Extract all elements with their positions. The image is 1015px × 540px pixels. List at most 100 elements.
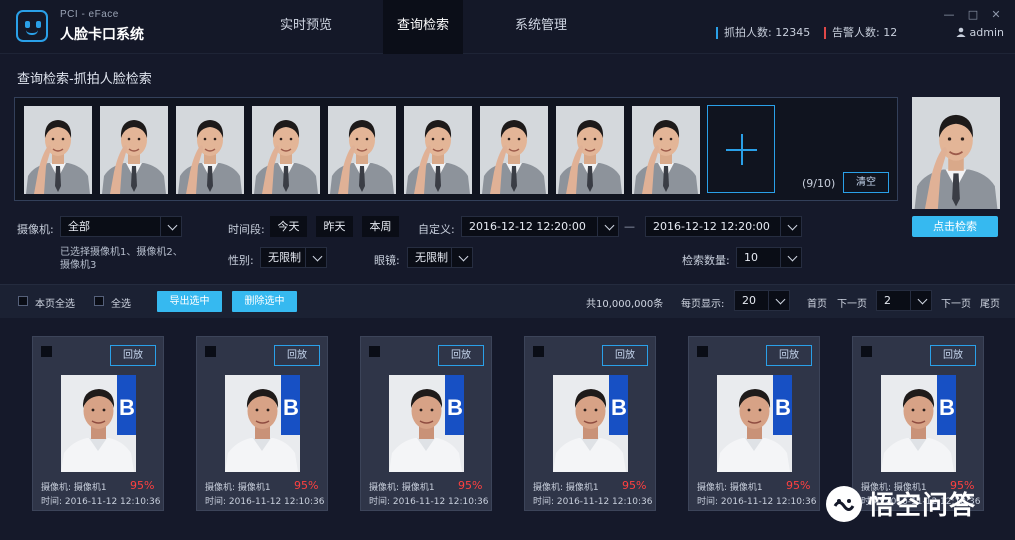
- chevron-down-icon: [458, 251, 469, 262]
- captured-face-image: B: [225, 375, 300, 472]
- result-card[interactable]: 回放 B 摄像机: 摄像机1 95% 时间: 2016-11-12 12:10:36: [688, 336, 820, 511]
- username: admin: [969, 26, 1004, 39]
- query-face-thumbnail[interactable]: [24, 106, 92, 194]
- playback-button[interactable]: 回放: [438, 345, 484, 366]
- captured-face-image: B: [881, 375, 956, 472]
- result-camera: 摄像机: 摄像机1: [205, 483, 271, 493]
- tab-system-management[interactable]: 系统管理: [497, 0, 585, 54]
- page-value: 2: [884, 294, 891, 307]
- playback-button[interactable]: 回放: [274, 345, 320, 366]
- watermark-text: 悟空问答: [868, 491, 977, 521]
- tab-live-preview[interactable]: 实时预览: [262, 0, 350, 54]
- maximize-icon[interactable]: □: [966, 8, 980, 21]
- start-datetime-select[interactable]: 2016-12-12 12:20:00: [461, 216, 619, 237]
- close-icon[interactable]: ✕: [989, 8, 1003, 21]
- query-face-thumbnail[interactable]: [252, 106, 320, 194]
- query-face-thumbnail[interactable]: [632, 106, 700, 194]
- chevron-down-icon: [787, 251, 798, 262]
- selected-face-image: [912, 97, 1000, 209]
- result-checkbox[interactable]: [533, 346, 544, 357]
- playback-button[interactable]: 回放: [110, 345, 156, 366]
- result-count-value: 10: [744, 251, 758, 264]
- face-logo-icon: [16, 10, 48, 42]
- last-page-link[interactable]: 尾页: [980, 295, 1000, 310]
- chat-bubble-icon: [826, 486, 862, 522]
- query-face-thumbnail[interactable]: [480, 106, 548, 194]
- svg-text:B: B: [119, 395, 135, 420]
- query-face-thumbnail[interactable]: [404, 106, 472, 194]
- per-page-label: 每页显示:: [681, 299, 725, 310]
- query-face-thumbnail[interactable]: [100, 106, 168, 194]
- glasses-select[interactable]: 无限制: [407, 247, 473, 268]
- per-page-value: 20: [742, 294, 756, 307]
- first-page-link[interactable]: 首页: [807, 295, 827, 310]
- export-selected-button[interactable]: 导出选中: [157, 291, 222, 312]
- gender-select[interactable]: 无限制: [260, 247, 327, 268]
- result-count-select[interactable]: 10: [736, 247, 802, 268]
- chevron-down-icon: [312, 251, 323, 262]
- result-checkbox[interactable]: [697, 346, 708, 357]
- similarity-score: 95%: [130, 479, 155, 492]
- user-menu[interactable]: admin: [956, 27, 1004, 39]
- total-count: 共10,000,000条: [586, 299, 664, 310]
- add-image-button[interactable]: [707, 105, 775, 193]
- chevron-down-icon: [787, 220, 798, 231]
- svg-text:B: B: [283, 395, 299, 420]
- chevron-down-icon: [775, 294, 786, 305]
- camera-select[interactable]: 全部: [60, 216, 182, 237]
- query-face-thumbnail[interactable]: [176, 106, 244, 194]
- select-page-label: 本页全选: [35, 299, 75, 310]
- select-page-checkbox[interactable]: [18, 296, 28, 306]
- playback-button[interactable]: 回放: [930, 345, 976, 366]
- glasses-label: 眼镜:: [374, 254, 400, 267]
- custom-label: 自定义:: [418, 223, 455, 236]
- result-card[interactable]: 回放 B 摄像机: 摄像机1 95% 时间: 2016-11-12 12:10:36: [196, 336, 328, 511]
- query-image-strip: (9/10) 清空: [14, 97, 898, 201]
- user-icon: [956, 27, 966, 37]
- query-face-thumbnail[interactable]: [556, 106, 624, 194]
- period-yesterday[interactable]: 昨天: [316, 216, 353, 237]
- selected-cameras-note: 已选择摄像机1、摄像机2、摄像机3: [60, 247, 183, 271]
- search-button[interactable]: 点击检索: [912, 216, 998, 237]
- result-card[interactable]: 回放 B 摄像机: 摄像机1 95% 时间: 2016-11-12 12:10:36: [32, 336, 164, 511]
- result-checkbox[interactable]: [205, 346, 216, 357]
- result-card[interactable]: 回放 B 摄像机: 摄像机1 95% 时间: 2016-11-12 12:10:36: [524, 336, 656, 511]
- period-this-week[interactable]: 本周: [362, 216, 399, 237]
- next-page-link[interactable]: 下一页: [941, 295, 971, 310]
- start-datetime-value: 2016-12-12 12:20:00: [469, 220, 586, 233]
- result-card[interactable]: 回放 B 摄像机: 摄像机1 95% 时间: 2016-11-12 12:10:36: [360, 336, 492, 511]
- page-title: 查询检索-抓拍人脸检索: [17, 72, 152, 87]
- playback-button[interactable]: 回放: [766, 345, 812, 366]
- delete-selected-button[interactable]: 删除选中: [232, 291, 297, 312]
- captured-face-image: B: [717, 375, 792, 472]
- result-checkbox[interactable]: [41, 346, 52, 357]
- similarity-score: 95%: [458, 479, 483, 492]
- query-face-thumbnail[interactable]: [328, 106, 396, 194]
- prev-page-link[interactable]: 下一页: [837, 295, 867, 310]
- captured-face-image: B: [389, 375, 464, 472]
- captured-face-image: B: [61, 375, 136, 472]
- svg-text:B: B: [611, 395, 627, 420]
- svg-text:B: B: [447, 395, 463, 420]
- end-datetime-select[interactable]: 2016-12-12 12:20:00: [645, 216, 802, 237]
- result-checkbox[interactable]: [861, 346, 872, 357]
- result-camera: 摄像机: 摄像机1: [533, 483, 599, 493]
- alarm-count: 告警人数: 12: [824, 27, 897, 39]
- per-page-select[interactable]: 20: [734, 290, 790, 311]
- result-time: 时间: 2016-11-12 12:10:36: [205, 497, 325, 507]
- result-time: 时间: 2016-11-12 12:10:36: [41, 497, 161, 507]
- tab-query-search[interactable]: 查询检索: [383, 0, 463, 54]
- select-all-checkbox[interactable]: [94, 296, 104, 306]
- select-all-label: 全选: [111, 299, 131, 310]
- gender-value: 无限制: [268, 251, 301, 264]
- playback-button[interactable]: 回放: [602, 345, 648, 366]
- chevron-down-icon: [917, 294, 928, 305]
- app-subtitle: PCI - eFace: [60, 9, 119, 20]
- clear-button[interactable]: 清空: [843, 172, 889, 193]
- minimize-icon[interactable]: —: [942, 8, 956, 21]
- period-today[interactable]: 今天: [270, 216, 307, 237]
- end-datetime-value: 2016-12-12 12:20:00: [653, 220, 770, 233]
- page-select[interactable]: 2: [876, 290, 932, 311]
- similarity-score: 95%: [622, 479, 647, 492]
- result-checkbox[interactable]: [369, 346, 380, 357]
